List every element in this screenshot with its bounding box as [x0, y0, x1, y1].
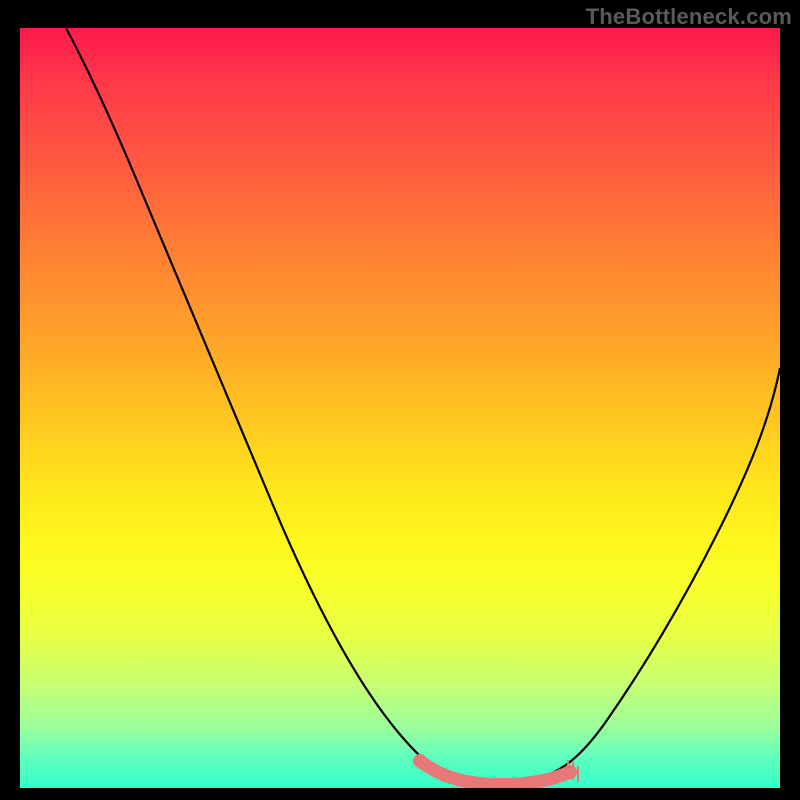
- curve-path: [66, 28, 780, 781]
- plot-area: [20, 28, 780, 788]
- curve-svg: [20, 28, 780, 788]
- watermark-text: TheBottleneck.com: [586, 4, 792, 30]
- chart-container: TheBottleneck.com: [0, 0, 800, 800]
- bottom-marker: [413, 754, 578, 785]
